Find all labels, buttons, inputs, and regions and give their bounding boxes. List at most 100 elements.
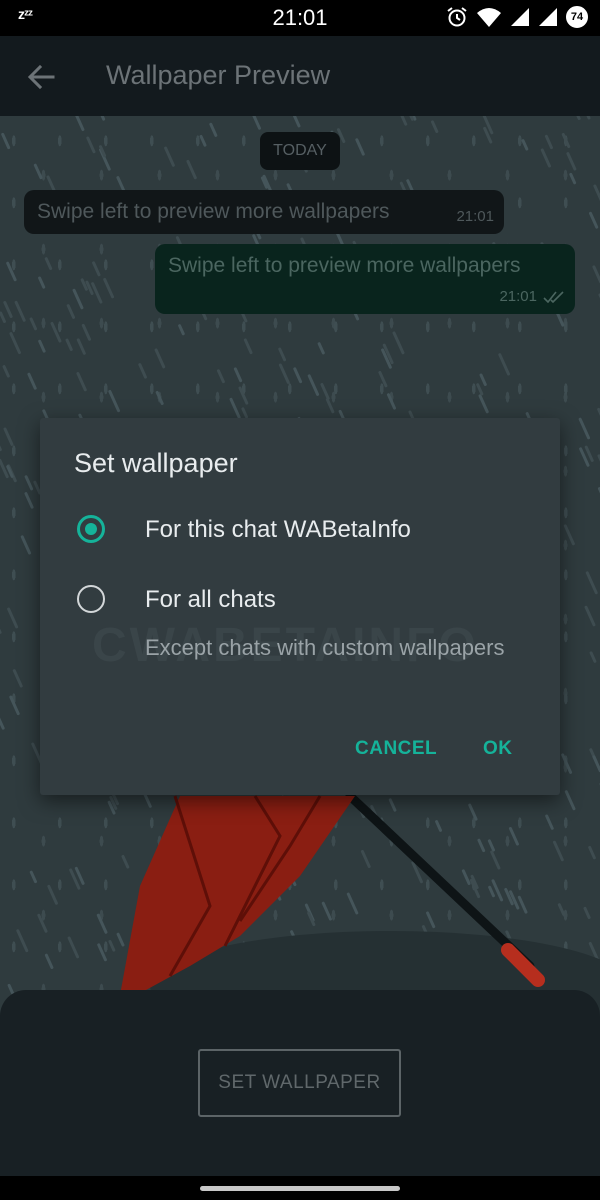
rain-drop xyxy=(563,524,575,546)
rain-drop xyxy=(238,386,249,405)
rain-drop xyxy=(498,353,510,376)
outgoing-message-bubble: Swipe left to preview more wallpapers 21… xyxy=(155,244,575,314)
outgoing-message-text: Swipe left to preview more wallpapers xyxy=(168,254,521,277)
double-check-icon xyxy=(543,290,564,303)
option-all-chats[interactable]: For all chats xyxy=(74,576,534,626)
option-this-chat[interactable]: For this chat WABetaInfo xyxy=(74,506,534,556)
ok-button[interactable]: OK xyxy=(483,738,513,760)
rain-drop xyxy=(29,870,37,884)
rain-drop xyxy=(593,184,600,202)
rain-drop xyxy=(65,338,73,352)
rain-drop xyxy=(517,895,528,914)
rain-drop xyxy=(81,323,92,341)
back-arrow-icon[interactable] xyxy=(26,62,56,92)
rain-drop xyxy=(576,116,581,121)
rain-drop xyxy=(86,136,96,154)
rain-drop xyxy=(592,755,600,773)
rain-drop xyxy=(14,300,26,322)
rain-drop xyxy=(431,120,439,133)
rain-drop xyxy=(209,122,218,137)
option-this-chat-label: For this chat WABetaInfo xyxy=(145,516,411,543)
rain-drop xyxy=(6,261,17,282)
rain-drop xyxy=(346,892,359,915)
rain-drop xyxy=(400,116,408,126)
rain-drop xyxy=(584,605,596,627)
rain-drop xyxy=(143,792,152,808)
rain-drop xyxy=(435,820,443,832)
rain-drop xyxy=(27,372,37,390)
rain-drop xyxy=(409,116,414,121)
rain-drop xyxy=(378,370,388,388)
rain-drop xyxy=(0,311,6,323)
rain-drop xyxy=(9,695,20,716)
rain-drop xyxy=(186,159,197,180)
rain-drop xyxy=(80,278,88,291)
rain-drop xyxy=(479,373,487,386)
rain-drop xyxy=(561,132,571,149)
home-gesture-bar[interactable] xyxy=(200,1186,400,1191)
rain-drop xyxy=(584,445,594,462)
rain-drop xyxy=(388,798,397,812)
rain-drop xyxy=(589,211,599,229)
app-bar: Wallpaper Preview xyxy=(0,36,600,116)
rain-drop xyxy=(566,152,577,171)
rain-drop xyxy=(16,929,29,953)
radio-checked-icon[interactable] xyxy=(77,515,105,543)
rain-drop xyxy=(540,148,551,168)
rain-drop xyxy=(544,134,553,150)
rain-drop xyxy=(592,265,600,284)
radio-unchecked-icon[interactable] xyxy=(77,585,105,613)
rain-drop xyxy=(233,367,243,383)
rain-drop xyxy=(108,940,116,952)
rain-drop xyxy=(508,827,519,846)
rain-drop xyxy=(293,367,303,384)
rain-drop xyxy=(488,885,495,898)
rain-drop xyxy=(1,132,11,150)
incoming-message-bubble: Swipe left to preview more wallpapers 21… xyxy=(24,190,504,234)
rain-drop xyxy=(38,276,46,289)
rain-drop xyxy=(564,790,576,811)
rain-drop xyxy=(91,282,103,304)
rain-drop xyxy=(75,116,85,132)
rain-drop xyxy=(9,332,21,355)
rain-drop xyxy=(490,850,501,870)
rain-drop xyxy=(487,839,496,852)
incoming-message-text: Swipe left to preview more wallpapers xyxy=(37,200,390,223)
rain-drop xyxy=(292,116,301,128)
rain-drop xyxy=(96,913,108,934)
rain-drop xyxy=(476,383,484,396)
signal-icon xyxy=(511,8,529,26)
set-wallpaper-button[interactable]: SET WALLPAPER xyxy=(198,1049,401,1117)
rain-drop xyxy=(155,390,164,406)
rain-drop xyxy=(103,277,115,299)
rain-drop xyxy=(307,374,320,396)
rain-drop xyxy=(278,347,287,362)
rain-drop xyxy=(588,845,596,860)
set-wallpaper-dialog: CWABETAINFO Set wallpaper For this chat … xyxy=(40,418,560,795)
rain-drop xyxy=(552,840,564,862)
rain-drop xyxy=(76,372,87,392)
battery-icon: 74 xyxy=(566,6,588,28)
rain-drop xyxy=(24,475,34,491)
rain-drop xyxy=(578,417,591,440)
rain-drop xyxy=(178,324,185,336)
rain-drop xyxy=(561,753,573,774)
rain-drop xyxy=(583,906,591,920)
rain-drop xyxy=(121,854,130,869)
rain-drop xyxy=(164,146,175,167)
rain-drop xyxy=(569,172,577,185)
page-title: Wallpaper Preview xyxy=(106,60,331,90)
rain-drop xyxy=(199,134,207,147)
alarm-icon xyxy=(447,7,467,27)
status-icons: 74 xyxy=(446,6,588,28)
cancel-button[interactable]: CANCEL xyxy=(355,738,437,760)
rain-drop xyxy=(38,339,46,353)
rain-drop xyxy=(0,458,9,479)
rain-drop xyxy=(3,427,14,446)
option-all-chats-sublabel: Except chats with custom wallpapers xyxy=(145,635,505,660)
rain-drop xyxy=(0,717,5,730)
rain-drop xyxy=(72,288,84,310)
rain-drop xyxy=(321,901,332,921)
date-chip: TODAY xyxy=(260,132,340,170)
rain-drop xyxy=(50,321,62,343)
